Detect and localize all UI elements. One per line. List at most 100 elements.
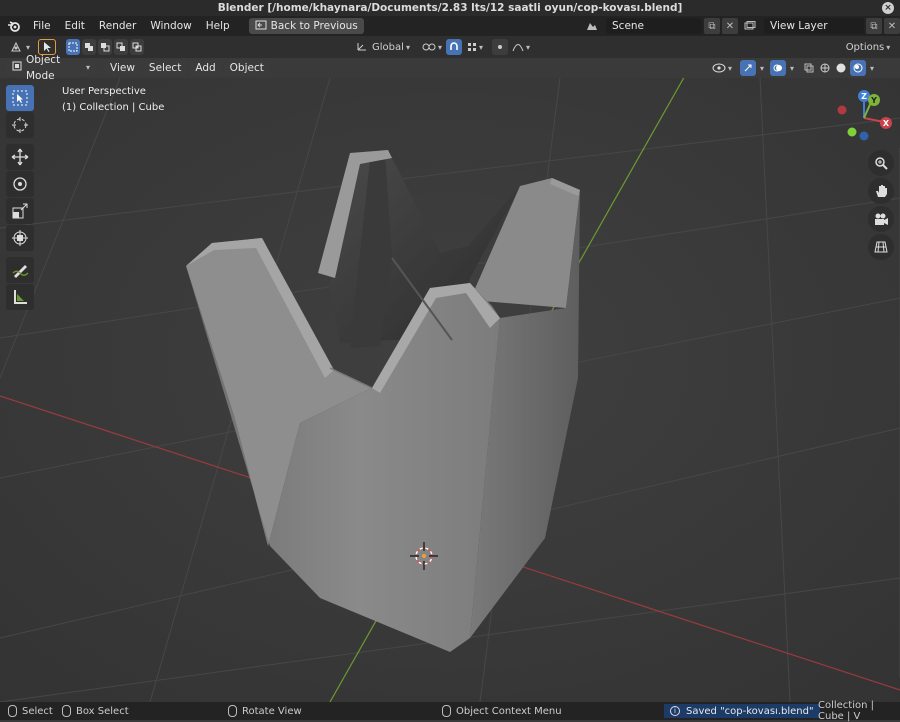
object-mode-dropdown[interactable]: Object Mode ▾ (6, 54, 96, 82)
viewport-menu-select[interactable]: Select (142, 60, 188, 76)
scene-name-field[interactable]: Scene (606, 18, 702, 34)
info-icon: i (670, 706, 680, 716)
options-dropdown[interactable]: Options ▾ (842, 39, 894, 55)
view-layer-selector: View Layer ⧉ ✕ (742, 18, 900, 34)
select-mode-extend-icon[interactable] (82, 39, 96, 55)
menu-window[interactable]: Window (143, 16, 198, 36)
hand-pan-icon[interactable] (868, 178, 894, 204)
rotate-icon[interactable] (6, 171, 34, 197)
status-rotate-label: Rotate View (242, 705, 302, 717)
tool-settings-header: ▾ Global ▾ ▾ ▾ ▾ Options ▾ (0, 36, 900, 58)
saved-notification[interactable]: i Saved "cop-kovası.blend" (664, 704, 820, 718)
move-icon[interactable] (6, 144, 34, 170)
menu-file[interactable]: File (26, 16, 58, 36)
mouse-right-icon (442, 705, 451, 717)
gizmo-x-label: X (883, 119, 890, 128)
gizmo-z-label: Z (861, 92, 867, 101)
new-scene-icon[interactable]: ⧉ (704, 18, 720, 34)
camera-icon[interactable] (868, 206, 894, 232)
blender-logo-icon[interactable] (6, 18, 22, 34)
shading-dropdown-icon[interactable]: ▾ (870, 64, 874, 73)
mouse-middle-icon (228, 705, 237, 717)
solid-shading-icon[interactable] (834, 60, 848, 76)
mouse-drag-icon (62, 705, 71, 717)
transform-orientation-dropdown[interactable]: Global ▾ (352, 39, 414, 55)
options-label: Options (845, 41, 885, 53)
scene-selector: Scene ⧉ ✕ (584, 18, 738, 34)
overlays-dropdown-icon[interactable]: ▾ (790, 64, 794, 73)
viewport-info: User Perspective (1) Collection | Cube (62, 84, 164, 116)
pivot-point-icon[interactable]: ▾ (420, 39, 444, 55)
status-context-menu-hint: Object Context Menu (442, 702, 562, 720)
view-layer-icon[interactable] (742, 18, 758, 34)
viewport-menu-view[interactable]: View (104, 60, 141, 76)
back-to-previous-label: Back to Previous (270, 20, 358, 32)
gizmo-neg-y-axis[interactable] (847, 127, 857, 137)
mouse-left-icon (8, 705, 17, 717)
status-bar: Select Box Select Rotate View Object Con… (0, 700, 900, 722)
select-mode-intersect-icon[interactable] (130, 39, 144, 55)
menu-render[interactable]: Render (92, 16, 143, 36)
collection-label: (1) Collection | Cube (62, 102, 165, 113)
transform-icon[interactable] (6, 225, 34, 251)
visibility-eye-icon[interactable]: ▾ (710, 60, 734, 76)
measure-icon[interactable] (6, 284, 34, 310)
falloff-icon[interactable]: ▾ (510, 39, 532, 55)
status-select-hint: Select (8, 702, 53, 720)
gizmo-toggle-icon[interactable] (740, 60, 756, 76)
gizmo-neg-z-axis[interactable] (859, 131, 869, 141)
scale-icon[interactable] (6, 198, 34, 224)
snap-target-icon[interactable]: ▾ (464, 39, 486, 55)
snap-toggle-icon[interactable] (446, 39, 462, 55)
viewport-header: Object Mode ▾ View Select Add Object ▾ ▾ … (0, 54, 900, 82)
back-arrow-icon (255, 20, 267, 33)
select-box-icon[interactable] (6, 85, 34, 111)
new-view-layer-icon[interactable]: ⧉ (866, 18, 882, 34)
status-select-label: Select (22, 705, 53, 717)
perspective-label: User Perspective (62, 86, 146, 97)
overlays-toggle-icon[interactable] (770, 60, 787, 76)
zoom-icon[interactable] (868, 150, 894, 176)
delete-view-layer-icon[interactable]: ✕ (884, 18, 900, 34)
scene-stats: Collection | Cube | V (818, 700, 900, 722)
scene-stats-label: Collection | Cube | V (818, 700, 875, 722)
object-mode-label: Object Mode (26, 54, 61, 82)
select-mode-difference-icon[interactable] (114, 39, 128, 55)
left-toolbar (6, 84, 38, 311)
navigation-gizmo[interactable]: Z Y X (834, 88, 894, 148)
select-mode-subtract-icon[interactable] (98, 39, 112, 55)
viewport-scene[interactable] (0, 57, 900, 703)
grid-icon[interactable] (868, 234, 894, 260)
scene-icon[interactable] (584, 18, 600, 34)
status-box-select-label: Box Select (76, 705, 129, 717)
status-box-select-hint: Box Select (62, 702, 129, 720)
xray-toggle-icon[interactable] (802, 60, 816, 76)
view-layer-name-field[interactable]: View Layer (764, 18, 864, 34)
delete-scene-icon[interactable]: ✕ (722, 18, 738, 34)
viewport-display-controls: ▾ ▾ ▾ ▾ (710, 60, 874, 76)
window-title: Blender [/home/khaynara/Documents/2.83 l… (217, 2, 683, 14)
wireframe-shading-icon[interactable] (818, 60, 832, 76)
top-menubar: File Edit Render Window Help Back to Pre… (0, 16, 900, 36)
object-mode-icon (12, 60, 22, 76)
gizmo-dropdown-icon[interactable]: ▾ (760, 64, 764, 73)
gizmo-neg-x-axis[interactable] (837, 105, 847, 115)
proportional-edit-icon[interactable] (492, 39, 508, 55)
window-titlebar: Blender [/home/khaynara/Documents/2.83 l… (0, 0, 900, 16)
cursor-icon[interactable] (6, 112, 34, 138)
material-shading-icon[interactable] (850, 60, 867, 76)
menu-help[interactable]: Help (199, 16, 237, 36)
window-close-button[interactable]: × (882, 2, 894, 14)
orientation-icon (356, 41, 368, 54)
back-to-previous-button[interactable]: Back to Previous (248, 18, 364, 34)
annotate-icon[interactable] (6, 257, 34, 283)
viewport-menu-add[interactable]: Add (189, 60, 222, 76)
menu-edit[interactable]: Edit (58, 16, 92, 36)
orientation-label: Global (372, 41, 404, 53)
viewport-menu-object[interactable]: Object (223, 60, 270, 76)
gizmo-y-label: Y (870, 96, 877, 105)
status-context-menu-label: Object Context Menu (456, 705, 562, 717)
status-rotate-hint: Rotate View (228, 702, 302, 720)
3d-viewport[interactable] (0, 57, 900, 703)
saved-message-label: Saved "cop-kovası.blend" (686, 705, 814, 717)
